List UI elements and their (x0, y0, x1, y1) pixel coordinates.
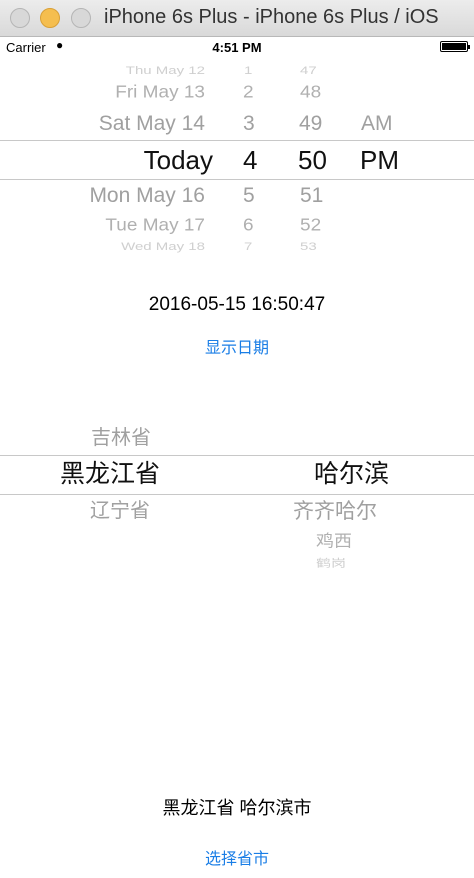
window-zoom-button[interactable] (71, 8, 91, 28)
picker-selection-top-line (0, 140, 474, 141)
picker-day-item[interactable]: Tue May 17 (105, 217, 205, 234)
picker-ampm-item-selected[interactable]: PM (360, 147, 399, 173)
show-date-button[interactable]: 显示日期 (0, 334, 474, 358)
selected-city-label: 黑龙江省 哈尔滨市 (162, 798, 312, 818)
picker-province-item[interactable]: 辽宁省 (90, 501, 150, 521)
picker-selection-top-line (0, 455, 474, 456)
picker-hour-item[interactable]: 5 (243, 185, 255, 206)
picker-selection-bottom-line (0, 494, 474, 495)
picker-hour-item[interactable]: 2 (243, 84, 254, 101)
date-value-label: 2016-05-15 16:50:47 (148, 294, 326, 315)
window-close-button[interactable] (10, 8, 30, 28)
picker-ampm-item[interactable]: AM (361, 113, 393, 134)
picker-day-item-selected[interactable]: Today (144, 147, 213, 173)
picker-city-item[interactable]: 鸡西 (316, 533, 352, 549)
date-picker[interactable]: Thu May 12 Fri May 13 Sat May 14 Today M… (0, 58, 474, 262)
picker-minute-item-selected[interactable]: 50 (298, 147, 327, 173)
status-time: 4:51 PM (212, 40, 262, 55)
window-title: iPhone 6s Plus - iPhone 6s Plus / iOS (104, 6, 439, 28)
picker-province-item[interactable]: 吉林省 (91, 428, 151, 448)
picker-hour-item[interactable]: 7 (244, 241, 252, 252)
picker-city-item[interactable]: 鹤岗 (316, 558, 346, 569)
status-bar: Carrier ●​ 4:51 PM (0, 37, 474, 57)
picker-hour-item[interactable]: 3 (243, 113, 255, 134)
battery-icon (440, 41, 470, 52)
window-title-bar: iPhone 6s Plus - iPhone 6s Plus / iOS (0, 0, 474, 37)
picker-minute-item[interactable]: 51 (300, 185, 323, 206)
window-minimize-button[interactable] (40, 8, 60, 28)
picker-province-item-selected[interactable]: 黑龙江省 (60, 462, 160, 487)
picker-selection-bottom-line (0, 179, 474, 180)
picker-hour-item[interactable]: 1 (244, 65, 252, 76)
picker-hour-item-selected[interactable]: 4 (243, 147, 257, 173)
picker-day-item[interactable]: Fri May 13 (115, 84, 205, 101)
picker-minute-item[interactable]: 48 (300, 84, 321, 101)
picker-minute-item[interactable]: 47 (300, 65, 317, 76)
picker-minute-item[interactable]: 53 (300, 241, 317, 252)
picker-hour-item[interactable]: 6 (243, 217, 254, 234)
picker-city-item[interactable]: 齐齐哈尔 (293, 501, 377, 522)
picker-minute-item[interactable]: 49 (299, 113, 322, 134)
picker-minute-item[interactable]: 52 (300, 217, 321, 234)
picker-day-item[interactable]: Thu May 12 (126, 65, 205, 76)
picker-day-item[interactable]: Sat May 14 (99, 113, 205, 134)
picker-day-item[interactable]: Wed May 18 (121, 241, 205, 252)
province-city-picker[interactable]: 吉林省 黑龙江省 辽宁省 哈尔滨 齐齐哈尔 鸡西 鹤岗 (0, 420, 474, 578)
picker-day-item[interactable]: Mon May 16 (89, 185, 205, 206)
picker-city-item-selected[interactable]: 哈尔滨 (314, 462, 389, 487)
select-city-button[interactable]: 选择省市 (0, 845, 474, 869)
